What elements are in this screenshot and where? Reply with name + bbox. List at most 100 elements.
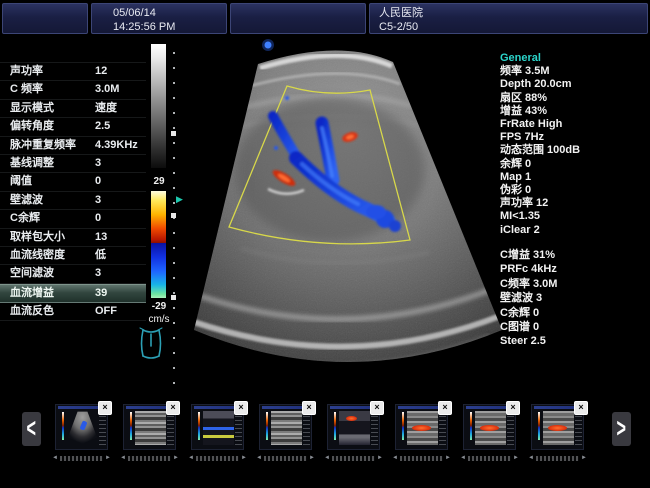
param-line: 声功率 12 [500, 197, 549, 210]
param-line: 伪彩 0 [500, 184, 532, 197]
thumb-caption: ◄ ► [324, 454, 383, 462]
close-icon[interactable]: × [234, 401, 248, 415]
menu-item[interactable]: 声功率 12 [0, 62, 146, 82]
thumb-mini-text [507, 411, 514, 445]
probe-model: C5-2/50 [379, 21, 419, 33]
thumbnail[interactable]: × ◄ ► [528, 401, 588, 461]
param-line: MI<1.35 [500, 210, 541, 223]
close-icon[interactable]: × [302, 401, 316, 415]
thumb-mini-text [99, 411, 106, 445]
thumb-caption: ◄ ► [392, 454, 451, 462]
time-text: 14:25:56 PM [113, 21, 176, 33]
thumb-mini-text [167, 411, 174, 445]
thumb-caption: ◄ ► [256, 454, 315, 462]
param-line: C图谱 0 [500, 321, 540, 334]
caption-right-arrow-icon: ► [513, 455, 519, 461]
thumb-caption: ◄ ► [52, 454, 111, 462]
focus-dot [262, 39, 274, 51]
param-line: FrRate High [500, 118, 563, 131]
menu-item[interactable]: 血流线密度低 [0, 247, 146, 266]
thumb-mini-colorbar [538, 412, 540, 440]
menu-item[interactable]: 血流反色 OFF [0, 303, 146, 322]
thumb-mini-image [203, 411, 234, 445]
ultrasound-app-window: 05/06/14 14:25:56 PM 人民医院 C5-2/50 声功率 12 … [0, 0, 650, 488]
topbar-hospital: 人民医院 C5-2/50 [369, 3, 648, 34]
thumbnail[interactable]: × ◄ ► [256, 401, 316, 461]
thumbnail-strip: × ◄ ► × ◄ ► × ◄ ► × ◄ ► × ◄ ► × ◄ ► × ◄ … [52, 401, 588, 461]
thumb-mini-text [439, 411, 446, 445]
menu-item[interactable]: 偏转角度 2.5 [0, 118, 146, 137]
thumb-caption: ◄ ► [120, 454, 179, 462]
parameter-menu: 声功率 12 C 频率 3.0M 显示模式 速度 偏转角度 2.5 脉冲重复频率 4.39… [0, 62, 146, 322]
caption-right-arrow-icon: ► [241, 455, 247, 461]
topbar-logo-segment [2, 3, 88, 34]
param-line: iClear 2 [500, 223, 540, 236]
color-params-panel: C增益 31% PRFc 4kHz C频率 3.0M 壁滤波 3 C余辉 0 C… [500, 248, 648, 349]
thumbnail[interactable]: × ◄ ► [460, 401, 520, 461]
thumbnail[interactable]: × ◄ ► [120, 401, 180, 461]
close-icon[interactable]: × [370, 401, 384, 415]
velocity-unit-label: cm/s [148, 314, 170, 325]
thumbnail[interactable]: × ◄ ► [392, 401, 452, 461]
thumb-mini-colorbar [470, 412, 472, 440]
thumbnail[interactable]: × ◄ ► [188, 401, 248, 461]
chevron-left-icon: < [26, 413, 37, 443]
velocity-min-label: -29 [151, 301, 167, 312]
topbar-empty-segment [230, 3, 366, 34]
close-icon[interactable]: × [574, 401, 588, 415]
velocity-max-label: 29 [153, 176, 165, 187]
param-line: C余辉 0 [500, 306, 540, 319]
caption-left-arrow-icon: ◄ [528, 455, 534, 461]
thumbstrip-next-button[interactable]: > [612, 412, 631, 446]
menu-item-selected[interactable]: 血流增益 39 [0, 283, 146, 304]
grayscale-map-bar [151, 44, 166, 168]
thumbnail[interactable]: × ◄ ► [52, 401, 112, 461]
menu-item[interactable]: 阈值 0 [0, 173, 146, 192]
param-line: Map 1 [500, 170, 532, 183]
date-text: 05/06/14 [113, 7, 156, 19]
caption-right-arrow-icon: ► [377, 455, 383, 461]
menu-item[interactable]: 显示模式 速度 [0, 100, 146, 119]
menu-item[interactable]: 脉冲重复频率 4.39KHz [0, 137, 146, 155]
thumb-mini-image [339, 411, 370, 445]
param-line: 壁滤波 3 [500, 292, 543, 305]
menu-item[interactable]: 取样包大小 13 [0, 229, 146, 247]
thumb-mini-image [407, 411, 438, 445]
param-line: 频率 3.5M [500, 65, 550, 78]
caption-left-arrow-icon: ◄ [460, 455, 466, 461]
thumbstrip-prev-button[interactable]: < [22, 412, 41, 446]
close-icon[interactable]: × [166, 401, 180, 415]
caption-right-arrow-icon: ► [445, 455, 451, 461]
image-params-panel: General 频率 3.5M Depth 20.0cm 扇区 88% 增益 4… [500, 52, 648, 237]
ruler-major-tick [171, 213, 176, 218]
param-line: PRFc 4kHz [500, 263, 557, 276]
topbar-datetime: 05/06/14 14:25:56 PM [91, 3, 227, 34]
ultrasound-image [194, 39, 502, 362]
menu-item[interactable]: C余辉 0 [0, 210, 146, 229]
menu-item[interactable]: 基线调整 3 [0, 155, 146, 174]
close-icon[interactable]: × [98, 401, 112, 415]
close-icon[interactable]: × [438, 401, 452, 415]
depth-ruler [173, 52, 175, 388]
caption-left-arrow-icon: ◄ [52, 455, 58, 461]
thumbnail[interactable]: × ◄ ► [324, 401, 384, 461]
param-line: FPS 7Hz [500, 131, 545, 144]
menu-item[interactable]: 壁滤波 3 [0, 192, 146, 211]
preset-header: General [500, 52, 541, 64]
menu-item[interactable]: C 频率 3.0M [0, 81, 146, 100]
param-line: 余辉 0 [500, 157, 532, 170]
doppler-colorbar-positive [151, 191, 166, 243]
thumb-caption: ◄ ► [460, 454, 519, 462]
menu-item[interactable]: 空间滤波 3 [0, 265, 146, 284]
thumb-mini-colorbar [334, 412, 336, 440]
param-line: Depth 20.0cm [500, 78, 572, 91]
caption-left-arrow-icon: ◄ [392, 455, 398, 461]
thumb-mini-image [271, 411, 302, 445]
param-line: Steer 2.5 [500, 335, 546, 348]
param-line: C增益 31% [500, 249, 556, 261]
param-line: 动态范围 100dB [500, 144, 581, 157]
caption-left-arrow-icon: ◄ [324, 455, 330, 461]
thumb-mini-colorbar [266, 412, 268, 440]
param-line: C频率 3.0M [500, 277, 558, 290]
close-icon[interactable]: × [506, 401, 520, 415]
